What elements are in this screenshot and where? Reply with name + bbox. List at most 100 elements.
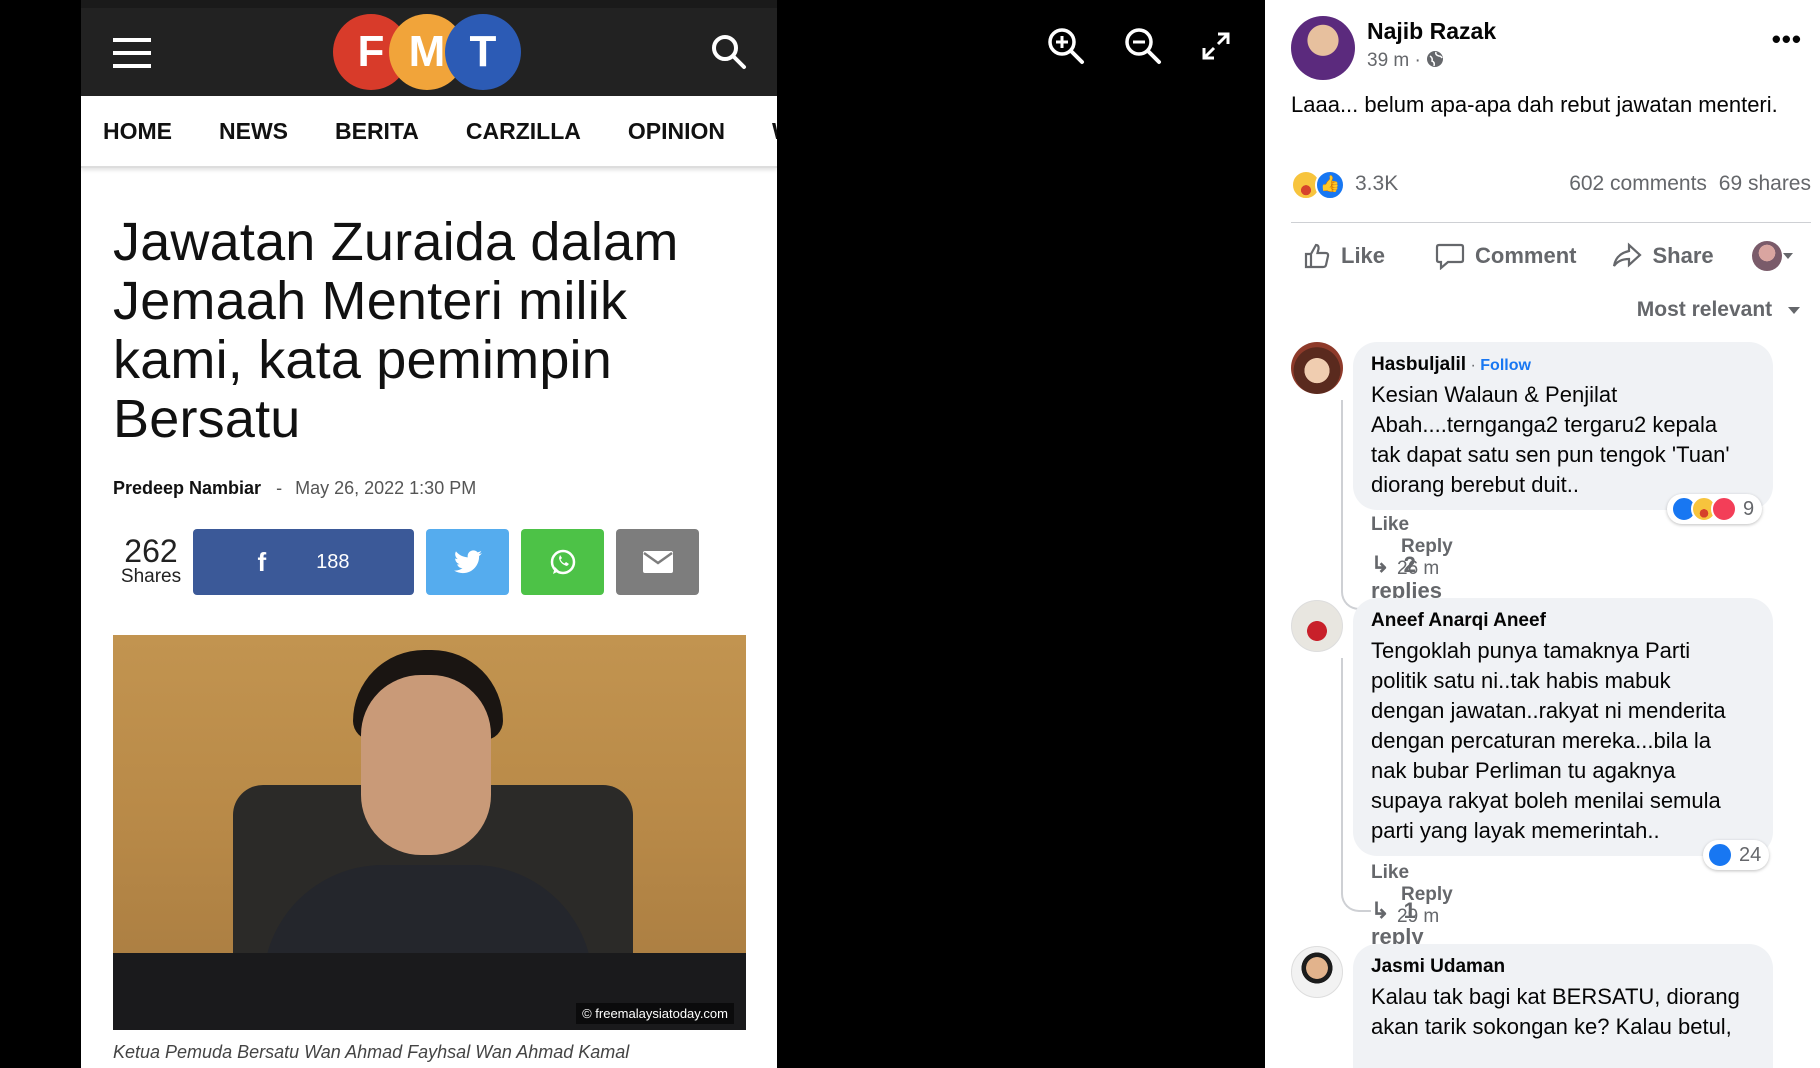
comment-button[interactable]: Comment (1435, 242, 1576, 270)
menu-icon[interactable] (113, 38, 151, 68)
view-replies-button[interactable]: ↳ 1 reply (1371, 898, 1424, 950)
reply-arrow-icon: ↳ (1371, 552, 1390, 577)
comment-line: parti yang layak memerintah.. (1371, 818, 1660, 843)
post-author-avatar[interactable] (1291, 16, 1355, 85)
mail-icon (642, 551, 673, 574)
comment-icon (1435, 243, 1465, 270)
like-reaction-icon (1707, 842, 1733, 868)
comment-reactions[interactable]: 9 (1667, 494, 1763, 524)
comment-line: dengan percaturan mereka...bila la (1371, 728, 1711, 753)
comment-line: Abah....ternganga2 tergaru2 kepala (1371, 412, 1718, 437)
commenter-name[interactable]: Hasbuljalil (1371, 354, 1466, 375)
commenter-name[interactable]: Aneef Anarqi Aneef (1371, 610, 1755, 632)
article: Jawatan Zuraida dalam Jemaah Menteri mil… (81, 168, 777, 1063)
twitter-icon (453, 550, 482, 574)
facebook-icon: f (257, 546, 267, 577)
comment-line: nak bubar Perliman tu agaknya (1371, 758, 1676, 783)
view-replies-button[interactable]: ↳ 2 replies (1371, 552, 1442, 604)
facebook-share-count: 188 (316, 550, 350, 573)
avatar (1751, 240, 1782, 271)
follow-link[interactable]: Follow (1480, 357, 1531, 374)
commenter-avatar[interactable] (1291, 600, 1343, 652)
comment-reaction-count: 9 (1743, 497, 1755, 520)
comment-reaction-count: 24 (1739, 843, 1762, 866)
nav-news[interactable]: NEWS (219, 118, 288, 145)
search-icon[interactable] (711, 34, 747, 75)
comment-reactions[interactable]: 24 (1703, 840, 1770, 870)
logo-letter: T (445, 14, 521, 90)
email-share-button[interactable] (616, 529, 699, 596)
post-text: Laaa... belum apa-apa dah rebut jawatan … (1291, 92, 1778, 117)
share-label: Shares (120, 566, 182, 588)
share-bar: 262 Shares f 188 (113, 529, 745, 596)
comment-line: politik satu ni..tak habis mabuk (1371, 668, 1671, 693)
fmt-logo[interactable]: F M T (333, 14, 523, 92)
share-count: 262 Shares (113, 533, 189, 588)
byline: Predeep Nambiar - May 26, 2022 1:30 PM (113, 478, 745, 499)
commenter-avatar[interactable] (1291, 946, 1343, 998)
share-total: 262 (124, 533, 178, 570)
comment-like-button[interactable]: Like (1371, 862, 1409, 883)
comment-line: dengan jawatan..rakyat ni menderita (1371, 698, 1726, 723)
comment-text: Kesian Walaun & Penjilat Abah....terngan… (1371, 380, 1755, 500)
comment-line: akan tarik sokongan ke? Kalau betul, (1371, 1014, 1732, 1039)
comment-like-button[interactable]: Like (1371, 514, 1409, 535)
like-button[interactable]: Like (1303, 242, 1385, 270)
comment-bubble: Aneef Anarqi Aneef Tengoklah punya tamak… (1353, 598, 1773, 856)
caret-down-icon (1782, 252, 1793, 259)
share-button[interactable]: Share (1612, 242, 1714, 270)
comment-line: supaya rakyat boleh menilai semula (1371, 788, 1721, 813)
facebook-share-button[interactable]: f 188 (193, 529, 414, 596)
whatsapp-icon (550, 550, 575, 575)
zoom-out-icon[interactable] (1123, 26, 1163, 71)
sort-label: Most relevant (1636, 298, 1773, 321)
like-reaction-icon: 👍 (1315, 170, 1345, 200)
globe-icon (1427, 51, 1444, 67)
article-headline: Jawatan Zuraida dalam Jemaah Menteri mil… (113, 212, 679, 449)
image-viewer: F M T HOME NEWS BERITA CARZILLA OPINION … (0, 0, 1265, 1068)
post-author-name[interactable]: Najib Razak (1367, 18, 1496, 45)
reaction-count[interactable]: 3.3K (1355, 172, 1398, 196)
site-header: F M T (81, 0, 777, 96)
comment-text: Kalau tak bagi kat BERSATU, diorang akan… (1371, 982, 1755, 1042)
nav-berita[interactable]: BERITA (335, 118, 419, 145)
publish-date: May 26, 2022 1:30 PM (295, 478, 477, 499)
comment-sort-dropdown[interactable]: Most relevant (1637, 298, 1802, 322)
nav-carzilla[interactable]: CARZILLA (466, 118, 581, 145)
post-time[interactable]: 39 m · (1367, 50, 1421, 71)
comment-line: Kesian Walaun & Penjilat (1371, 382, 1618, 407)
facebook-post-panel: Najib Razak 39 m · ••• Laaa... belum apa… (1265, 0, 1820, 1068)
share-label: Share (1652, 242, 1714, 268)
twitter-share-button[interactable] (426, 529, 509, 596)
commenter-avatar[interactable] (1291, 342, 1343, 394)
reply-arrow-icon: ↳ (1371, 898, 1390, 923)
share-icon (1613, 242, 1643, 267)
comment-line: Kalau tak bagi kat BERSATU, diorang (1371, 984, 1740, 1009)
article-screenshot: F M T HOME NEWS BERITA CARZILLA OPINION … (81, 0, 777, 1068)
zoom-in-icon[interactable] (1046, 26, 1086, 71)
author-name[interactable]: Predeep Nambiar (113, 478, 261, 498)
commenter-name[interactable]: Jasmi Udaman (1371, 956, 1755, 978)
react-as-selector[interactable] (1751, 240, 1794, 271)
more-options-icon[interactable]: ••• (1772, 24, 1802, 55)
share-count[interactable]: 69 shares (1719, 172, 1811, 195)
post-counts: 602 comments 69 shares (1569, 172, 1811, 196)
byline-separator: - (276, 478, 283, 499)
article-photo[interactable]: © freemalaysiatoday.com (113, 635, 746, 1031)
photo-caption: Ketua Pemuda Bersatu Wan Ahmad Fayhsal W… (113, 1042, 630, 1063)
comment-bubble: Jasmi Udaman Kalau tak bagi kat BERSATU,… (1353, 944, 1773, 1068)
whatsapp-share-button[interactable] (521, 529, 604, 596)
thumbs-up-icon (1304, 243, 1330, 268)
fullscreen-icon[interactable] (1200, 30, 1232, 67)
comment-bubble: Hasbuljalil · Follow Kesian Walaun & Pen… (1353, 342, 1773, 510)
site-nav: HOME NEWS BERITA CARZILLA OPINION W (81, 96, 777, 168)
post-actions: Like Comment Share (1291, 222, 1811, 288)
nav-opinion[interactable]: OPINION (628, 118, 725, 145)
comment-label: Comment (1475, 242, 1577, 268)
love-reaction-icon (1711, 496, 1737, 522)
comment-text: Tengoklah punya tamaknya Parti politik s… (1371, 636, 1755, 846)
comment-count[interactable]: 602 comments (1569, 172, 1707, 195)
post-meta: 39 m · (1367, 50, 1444, 72)
nav-more[interactable]: W (772, 118, 777, 145)
nav-home[interactable]: HOME (103, 118, 172, 145)
